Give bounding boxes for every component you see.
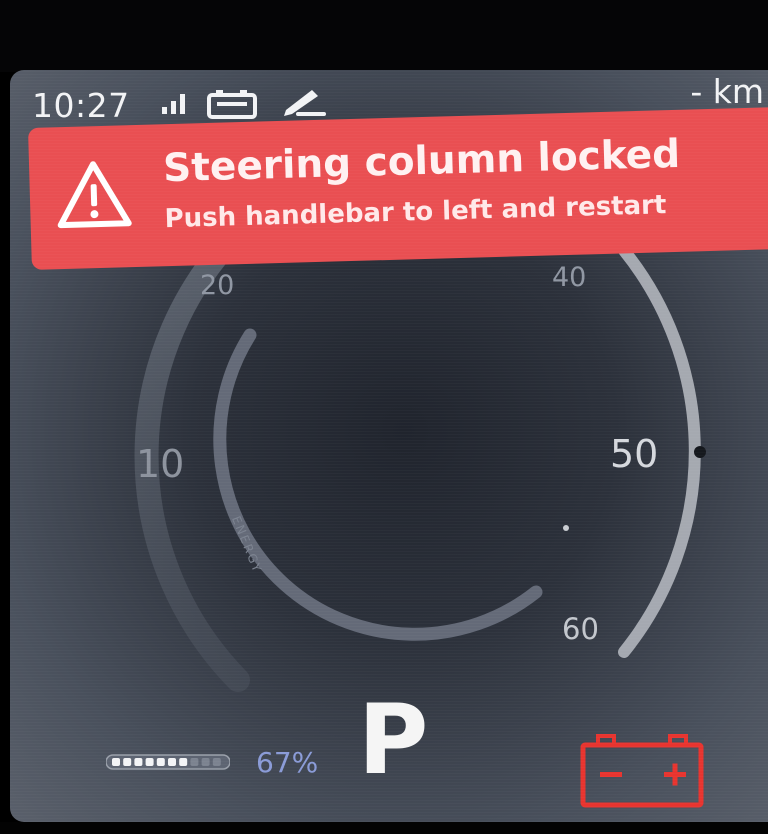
battery-status-icon: [207, 90, 257, 119]
gear-indicator: P: [358, 684, 429, 796]
charge-segment-filled: [179, 758, 188, 766]
center-dot: [563, 525, 569, 531]
charge-segment-filled: [168, 758, 176, 766]
charge-segment-filled: [134, 758, 143, 766]
speed-marker-dot: [694, 446, 706, 458]
speed-tick-60: 60: [562, 612, 599, 646]
speed-tick-40: 40: [552, 262, 587, 293]
speed-tick-20: 20: [200, 270, 235, 301]
energy-arc: [213, 328, 543, 641]
charge-segment-empty: [212, 758, 221, 766]
display-bezel-top: [0, 0, 768, 72]
charge-segment-empty: [201, 758, 210, 766]
alert-title: Steering column locked: [162, 131, 681, 192]
battery-charge-percent: 67%: [256, 746, 319, 779]
display-bezel-bottom: [0, 822, 768, 834]
dashboard-screen: 20 40 10 50 60 ENERGY 10:27 - km Steerin…: [10, 70, 768, 822]
alert-banner: Steering column locked Push handlebar to…: [28, 107, 768, 270]
charge-segment-filled: [145, 758, 154, 766]
battery-warning-icon: [580, 734, 704, 808]
clock: 10:27: [32, 86, 130, 125]
charge-segment-filled: [112, 758, 120, 766]
battery-charge-bar: [106, 754, 230, 770]
range-readout: - km: [690, 72, 764, 111]
speed-tick-50: 50: [610, 432, 659, 476]
warning-triangle-icon: [57, 161, 132, 229]
edit-icon: [284, 90, 326, 116]
charge-segment-filled: [156, 758, 165, 766]
alert-subtitle: Push handlebar to left and restart: [164, 190, 667, 235]
charge-segment-filled: [123, 758, 132, 766]
charge-segment-empty: [190, 758, 199, 766]
speed-tick-10: 10: [136, 442, 185, 486]
signal-icon: [162, 94, 185, 114]
